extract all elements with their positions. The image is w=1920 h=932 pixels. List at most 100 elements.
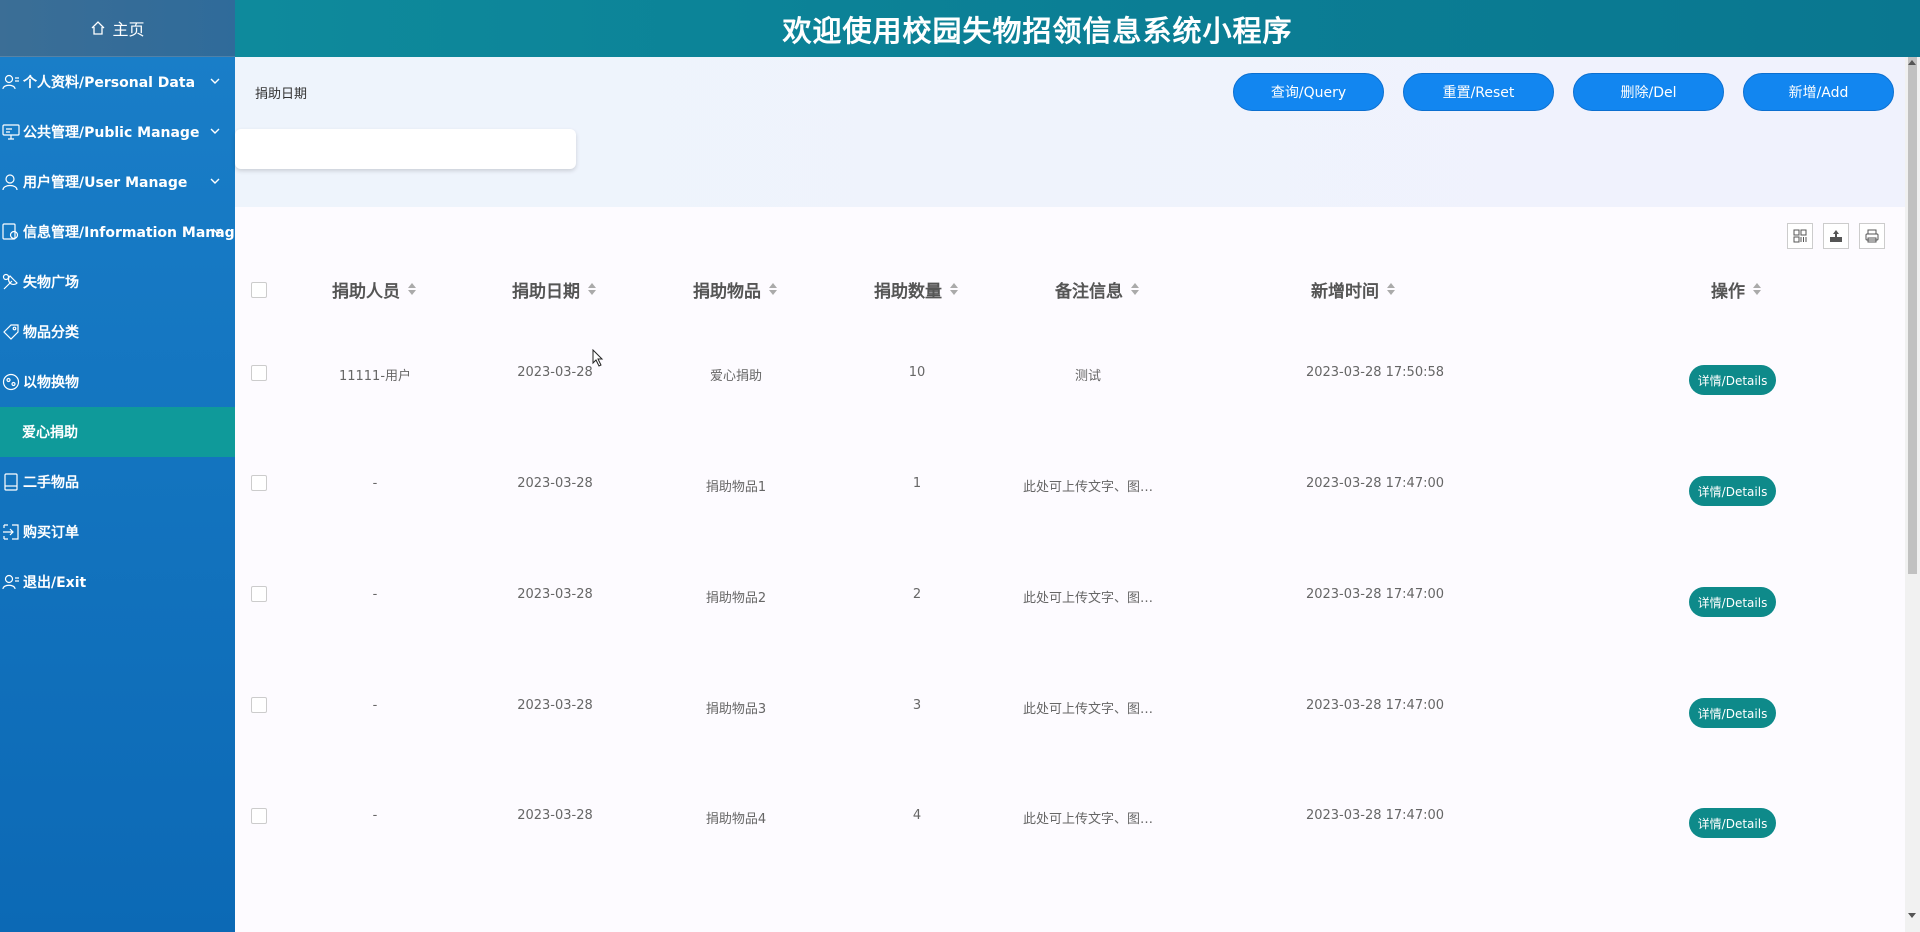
print-icon: [1865, 229, 1879, 243]
sort-icon[interactable]: [1387, 283, 1395, 295]
cell-date: 2023-03-28: [517, 808, 593, 823]
monitor-icon: [2, 123, 20, 141]
cell-quantity: 3: [912, 698, 922, 713]
sort-icon[interactable]: [1131, 283, 1139, 295]
cell-person: -: [372, 808, 378, 823]
row-checkbox[interactable]: [251, 586, 267, 602]
sidebar-item-barter[interactable]: 以物换物: [0, 357, 235, 407]
reset-button[interactable]: 重置/Reset: [1403, 73, 1554, 111]
sidebar-item-label: 个人资料/Personal Data: [23, 75, 196, 91]
row-checkbox[interactable]: [251, 365, 267, 381]
cell-item: 捐助物品3: [705, 702, 767, 717]
cell-quantity: 1: [912, 476, 922, 491]
person-icon: [2, 173, 20, 191]
sidebar-item-label: 用户管理/User Manage: [23, 175, 188, 191]
column-header-person[interactable]: 捐助人员: [332, 279, 416, 302]
column-header-label: 捐助物品: [693, 281, 761, 302]
sidebar-item-label: 购买订单: [23, 525, 79, 541]
column-header-label: 新增时间: [1311, 281, 1379, 302]
sidebar-home[interactable]: 主页: [0, 0, 235, 57]
cell-item: 捐助物品1: [705, 480, 767, 495]
chevron-down-icon: [210, 128, 220, 134]
details-button[interactable]: 详情/Details: [1689, 476, 1776, 506]
select-all-checkbox[interactable]: [251, 282, 267, 298]
sidebar-item-exit[interactable]: 退出/Exit: [0, 557, 235, 607]
chevron-down-icon: [212, 228, 222, 234]
cell-quantity: 4: [912, 808, 922, 823]
delete-button[interactable]: 删除/Del: [1573, 73, 1724, 111]
sidebar-item-label: 二手物品: [23, 475, 79, 491]
cell-item: 捐助物品4: [705, 812, 767, 827]
sort-icon[interactable]: [769, 283, 777, 295]
user-exit-icon: [2, 573, 20, 591]
export-button[interactable]: [1823, 223, 1849, 249]
cell-person: 11111-用户: [338, 369, 412, 384]
details-button[interactable]: 详情/Details: [1689, 698, 1776, 728]
scroll-up-arrow[interactable]: [1908, 60, 1916, 65]
sidebar-item-purchase-orders[interactable]: 购买订单: [0, 507, 235, 557]
sidebar-item-lost-items-square[interactable]: 失物广场: [0, 257, 235, 307]
details-button[interactable]: 详情/Details: [1689, 365, 1776, 395]
search-label: 捐助日期: [255, 87, 308, 102]
sidebar-item-item-category[interactable]: 物品分类: [0, 307, 235, 357]
grid-icon: [1793, 229, 1807, 243]
column-header-label: 捐助日期: [512, 281, 580, 302]
column-header-note[interactable]: 备注信息: [1055, 279, 1139, 302]
cell-created-time: 2023-03-28 17:47:00: [1305, 698, 1445, 713]
add-button[interactable]: 新增/Add: [1743, 73, 1894, 111]
column-header-date[interactable]: 捐助日期: [512, 279, 596, 302]
cell-note: 此处可上传文字、图…: [1022, 812, 1153, 827]
search-panel: 捐助日期 查询/Query 重置/Reset 删除/Del 新增/Add: [235, 57, 1905, 207]
sort-icon[interactable]: [408, 283, 416, 295]
sidebar-item-charity-donation[interactable]: 爱心捐助: [0, 407, 235, 457]
columns-filter-button[interactable]: [1787, 223, 1813, 249]
cell-person: -: [372, 476, 378, 491]
mouse-cursor-icon: [592, 349, 604, 367]
scroll-down-arrow[interactable]: [1908, 913, 1916, 918]
cell-person: -: [372, 698, 378, 713]
cell-item: 捐助物品2: [705, 591, 767, 606]
print-button[interactable]: [1859, 223, 1885, 249]
column-header-created[interactable]: 新增时间: [1311, 279, 1395, 302]
donation-date-input[interactable]: [235, 129, 576, 169]
top-header: 欢迎使用校园失物招领信息系统小程序: [235, 0, 1920, 57]
sidebar: 主页 个人资料/Personal Data 公共管理/Public Manage…: [0, 0, 244, 932]
details-button[interactable]: 详情/Details: [1689, 587, 1776, 617]
sidebar-item-information-manage[interactable]: 信息管理/Information Manage: [0, 207, 244, 257]
query-button[interactable]: 查询/Query: [1233, 73, 1384, 111]
cell-note: 测试: [1074, 369, 1101, 384]
sort-icon[interactable]: [588, 283, 596, 295]
chevron-down-icon: [210, 178, 220, 184]
cell-quantity: 2: [912, 587, 922, 602]
row-checkbox[interactable]: [251, 697, 267, 713]
cell-date: 2023-03-28: [517, 476, 593, 491]
exchange-icon: [2, 373, 20, 391]
row-checkbox[interactable]: [251, 808, 267, 824]
scrollbar-thumb[interactable]: [1908, 57, 1917, 574]
row-checkbox[interactable]: [251, 475, 267, 491]
column-header-actions[interactable]: 操作: [1711, 279, 1761, 302]
sidebar-item-label: 爱心捐助: [22, 425, 78, 441]
cell-person: -: [372, 587, 378, 602]
column-header-quantity[interactable]: 捐助数量: [874, 279, 958, 302]
column-header-label: 操作: [1711, 281, 1745, 302]
book-icon: [2, 473, 20, 491]
enter-icon: [2, 523, 20, 541]
sort-icon[interactable]: [1753, 283, 1761, 295]
settings-doc-icon: [2, 223, 20, 241]
sidebar-item-personal-data[interactable]: 个人资料/Personal Data: [0, 57, 235, 107]
column-header-label: 捐助数量: [874, 281, 942, 302]
home-icon: [92, 21, 105, 35]
column-header-label: 捐助人员: [332, 281, 400, 302]
sort-icon[interactable]: [950, 283, 958, 295]
column-header-item[interactable]: 捐助物品: [693, 279, 777, 302]
sidebar-item-public-manage[interactable]: 公共管理/Public Manage: [0, 107, 235, 157]
sidebar-item-second-hand[interactable]: 二手物品: [0, 457, 235, 507]
sidebar-item-user-manage[interactable]: 用户管理/User Manage: [0, 157, 235, 207]
cell-note: 此处可上传文字、图…: [1022, 702, 1153, 717]
details-button[interactable]: 详情/Details: [1689, 808, 1776, 838]
cell-note: 此处可上传文字、图…: [1022, 591, 1153, 606]
sidebar-item-label: 以物换物: [23, 375, 79, 391]
sidebar-item-label: 退出/Exit: [23, 575, 87, 591]
cell-date: 2023-03-28: [517, 698, 593, 713]
